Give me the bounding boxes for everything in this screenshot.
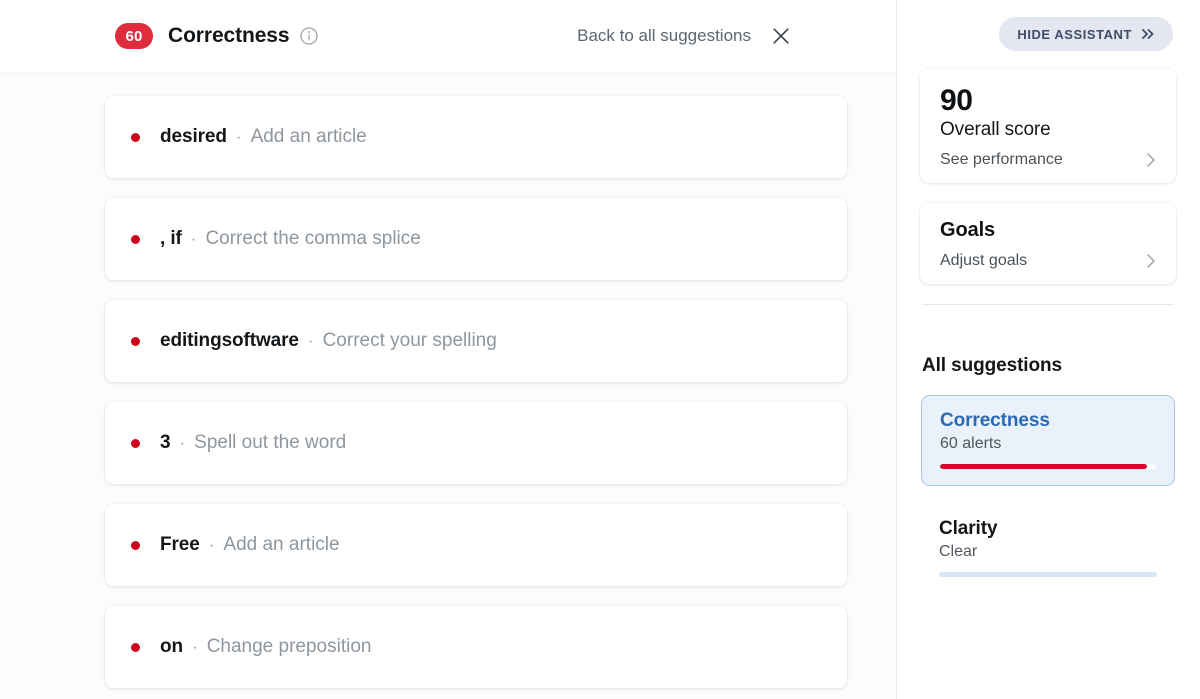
correctness-progress-fill (940, 463, 1148, 469)
goals-card[interactable]: Goals Adjust goals (920, 202, 1176, 284)
suggestion-term: , if (160, 228, 182, 249)
sidebar-item-status: Clear (939, 542, 978, 560)
suggestion-separator: · (235, 127, 242, 146)
hide-assistant-row: HIDE ASSISTANT (920, 0, 1176, 68)
all-suggestions-heading: All suggestions (922, 354, 1062, 376)
chevron-right-icon (1146, 253, 1156, 269)
clarity-progress-track (939, 571, 1157, 577)
suggestion-action: Change preposition (206, 636, 372, 657)
suggestion-separator: · (190, 229, 197, 248)
correctness-progress-track (940, 463, 1156, 469)
suggestions-panel: 60 Correctness Back to all suggestions d… (0, 0, 896, 699)
panel-header: 60 Correctness Back to all suggestions (0, 0, 896, 72)
clarity-progress-fill (939, 571, 1157, 577)
suggestion-card-6[interactable]: on · Change preposition (105, 606, 847, 688)
suggestion-card-1[interactable]: desired · Add an article (105, 96, 847, 178)
suggestion-separator: · (208, 535, 215, 554)
sidebar-item-label: Correctness (940, 409, 1050, 431)
adjust-goals-row[interactable]: Adjust goals (940, 252, 1156, 270)
back-to-all-suggestions-link[interactable]: Back to all suggestions (577, 26, 751, 46)
suggestion-term: on (160, 636, 184, 657)
suggestion-card-list: desired · Add an article , if · Correct … (0, 72, 896, 699)
chevron-double-right-icon (1141, 28, 1155, 40)
panel-divider (896, 0, 897, 699)
severity-dot-icon (131, 234, 140, 244)
suggestion-separator: · (307, 331, 314, 350)
adjust-goals-label: Adjust goals (940, 251, 1028, 269)
see-performance-label: See performance (940, 150, 1063, 168)
goals-title: Goals (940, 218, 996, 241)
alert-count-badge: 60 (115, 23, 153, 49)
sidebar-item-label: Clarity (939, 517, 998, 539)
sidebar-item-clarity[interactable]: Clarity Clear (920, 504, 1176, 593)
suggestion-separator: · (179, 433, 186, 452)
suggestion-card-3[interactable]: editingsoftware · Correct your spelling (105, 300, 847, 382)
overall-score-value: 90 (940, 84, 973, 117)
suggestion-term: Free (160, 534, 200, 555)
suggestion-term: editingsoftware (160, 330, 299, 351)
suggestion-term: 3 (160, 432, 171, 453)
overall-score-card[interactable]: 90 Overall score See performance (920, 68, 1176, 183)
sidebar-item-correctness[interactable]: Correctness 60 alerts (921, 394, 1175, 486)
suggestion-action: Spell out the word (194, 432, 347, 453)
severity-dot-icon (131, 132, 140, 142)
severity-dot-icon (131, 642, 140, 652)
suggestion-term: desired (160, 126, 227, 147)
overall-score-label: Overall score (940, 118, 1051, 140)
suggestion-card-2[interactable]: , if · Correct the comma splice (105, 198, 847, 280)
suggestion-action: Correct the comma splice (205, 228, 421, 249)
see-performance-row[interactable]: See performance (940, 151, 1156, 169)
page-title: Correctness (168, 24, 290, 47)
hide-assistant-button[interactable]: HIDE ASSISTANT (999, 17, 1173, 51)
suggestion-action: Add an article (223, 534, 340, 555)
chevron-right-icon (1146, 152, 1156, 168)
suggestion-action: Add an article (250, 126, 367, 147)
suggestion-separator: · (192, 637, 198, 656)
sidebar-divider (922, 303, 1174, 305)
info-icon[interactable] (300, 27, 319, 45)
sidebar-item-alert-count: 60 alerts (940, 434, 1002, 452)
grammar-assistant-app: 60 Correctness Back to all suggestions d… (0, 0, 1200, 699)
assistant-sidebar: HIDE ASSISTANT 90 Overall score See perf… (896, 0, 1200, 699)
close-icon[interactable] (771, 26, 791, 46)
suggestion-action: Correct your spelling (322, 330, 497, 351)
hide-assistant-label: HIDE ASSISTANT (1017, 26, 1132, 42)
severity-dot-icon (131, 336, 140, 346)
suggestion-card-4[interactable]: 3 · Spell out the word (105, 402, 847, 484)
suggestion-card-5[interactable]: Free · Add an article (105, 504, 847, 586)
severity-dot-icon (131, 540, 140, 550)
severity-dot-icon (131, 438, 140, 448)
